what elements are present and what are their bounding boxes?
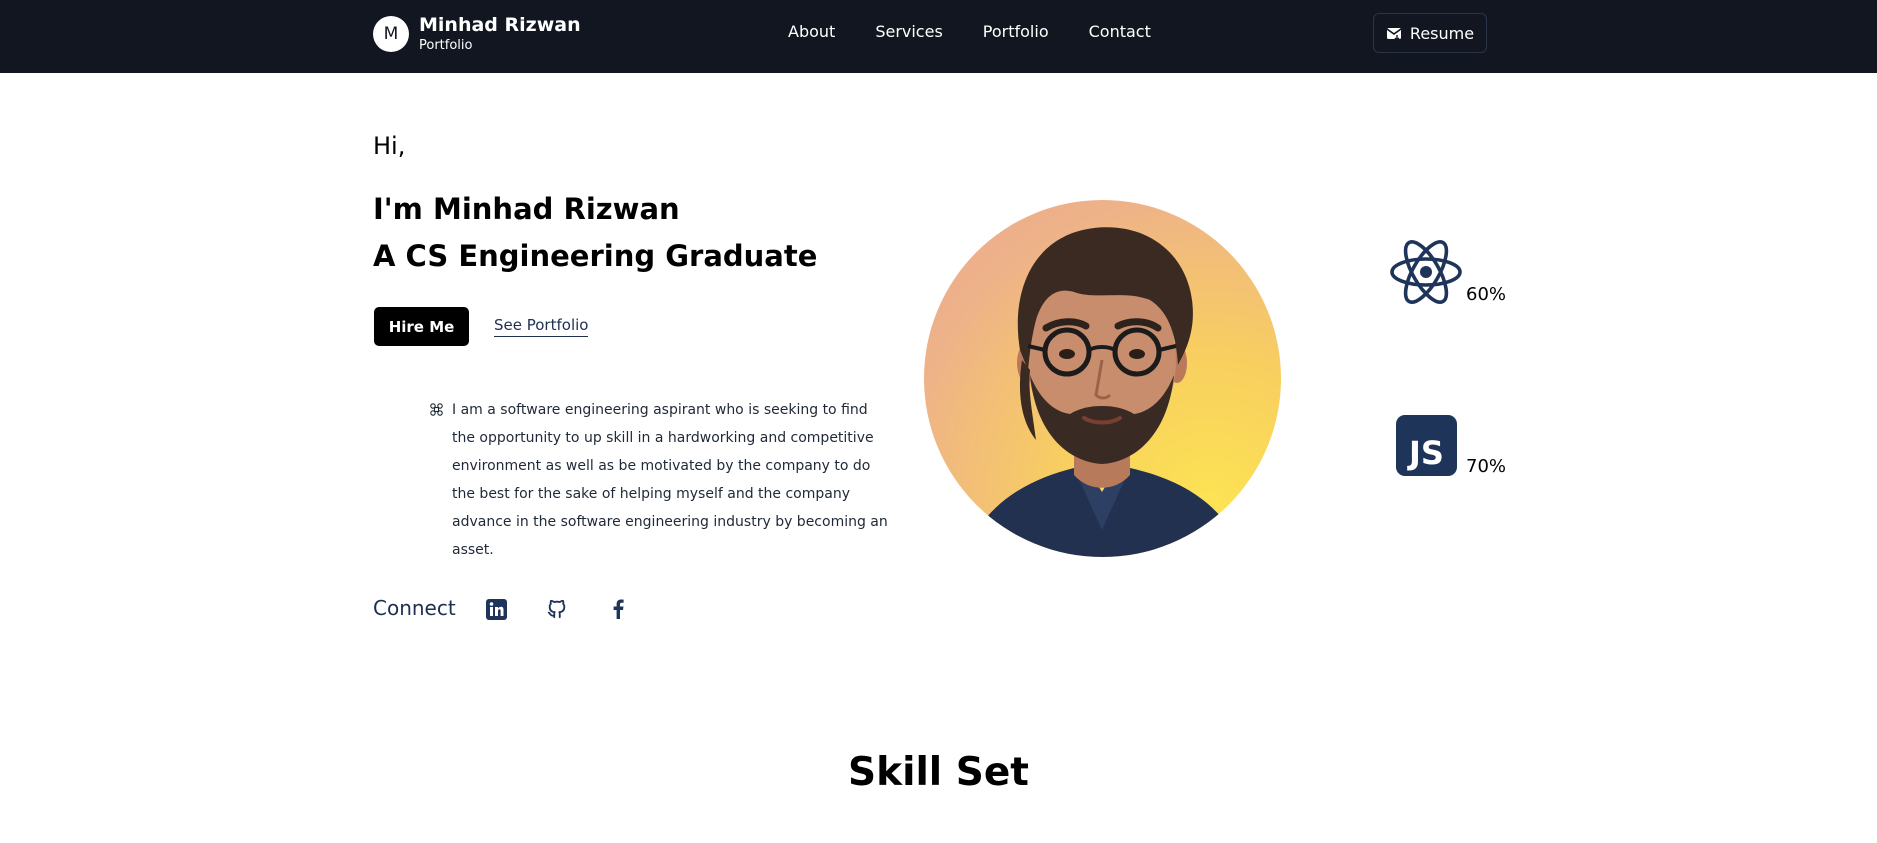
brand[interactable]: M Minhad Rizwan Portfolio [373,14,581,54]
react-icon [1389,238,1463,310]
mail-download-icon [1386,26,1402,41]
top-navbar: M Minhad Rizwan Portfolio About Services… [0,0,1877,73]
github-icon[interactable] [545,597,569,621]
js-percent: 70% [1466,456,1507,477]
resume-button[interactable]: Resume [1373,13,1487,53]
bio-text: I am a software engineering aspirant who… [452,402,888,558]
resume-label: Resume [1409,23,1475,43]
connect-label: Connect [373,596,456,620]
hire-me-button[interactable]: Hire Me [374,307,469,346]
hero-title-role: A CS Engineering Graduate [373,239,818,273]
js-icon: JS [1396,415,1457,476]
greeting: Hi, [373,132,406,160]
brand-subtitle: Portfolio [419,38,473,53]
nav-link-contact[interactable]: Contact [1089,22,1151,41]
skill-set-title: Skill Set [848,750,1029,795]
nav-links: About Services Portfolio Contact [788,22,1151,41]
react-percent: 60% [1466,284,1507,305]
command-icon [430,401,443,420]
facebook-icon[interactable] [606,597,630,621]
nav-link-about[interactable]: About [788,22,835,41]
nav-link-services[interactable]: Services [875,22,942,41]
nav-link-portfolio[interactable]: Portfolio [983,22,1049,41]
linkedin-icon[interactable] [484,597,508,621]
brand-text: Minhad Rizwan Portfolio [419,14,581,54]
brand-name: Minhad Rizwan [419,14,581,36]
hero-title-name: I'm Minhad Rizwan [373,192,680,226]
brand-logo: M [373,16,409,52]
profile-photo [924,200,1281,557]
see-portfolio-link[interactable]: See Portfolio [494,316,589,337]
